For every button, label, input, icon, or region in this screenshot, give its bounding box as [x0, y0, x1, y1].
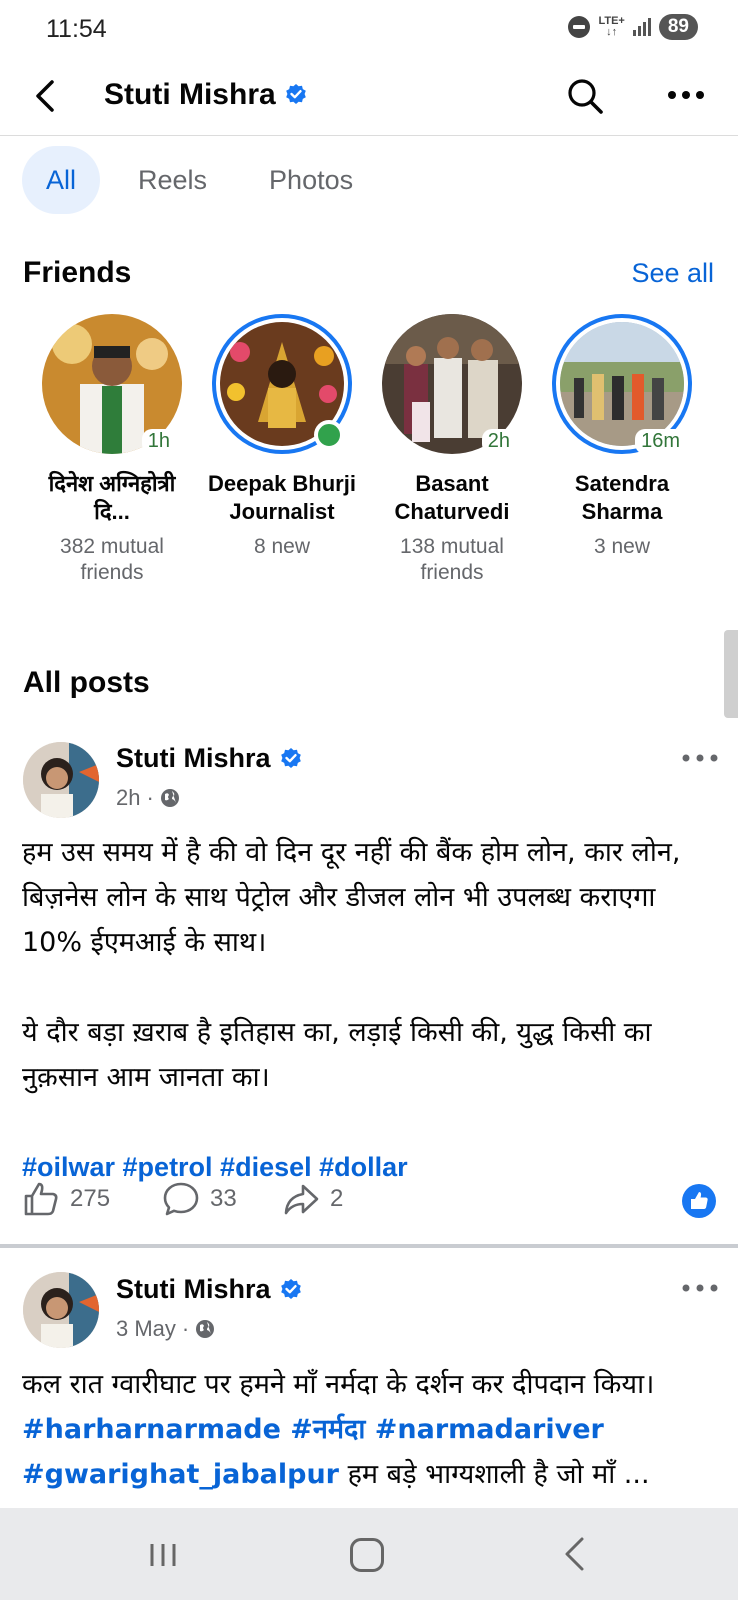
friend-name: Satendra Sharma [574, 471, 670, 524]
post-text-start: कल रात ग्वारीघाट पर हमने माँ नर्मदा के द… [22, 1369, 655, 1400]
friend-subtitle: 3 new [593, 535, 651, 558]
battery-indicator: 89 [658, 14, 698, 40]
like-reaction-icon[interactable] [682, 1184, 716, 1218]
system-navigation-bar [0, 1508, 738, 1600]
friend-card[interactable]: 2h Basant Chaturvedi 138 mutual friends [368, 314, 536, 586]
signal-icon [632, 18, 651, 36]
share-count: 2 [330, 1185, 344, 1212]
post-paragraph: ये दौर बड़ा ख़राब है इतिहास का, लड़ाई कि… [22, 1017, 652, 1093]
online-status-dot [314, 420, 344, 450]
tab-all[interactable]: All [22, 146, 101, 214]
friend-name: Basant Chaturvedi [394, 471, 510, 524]
do-not-disturb-icon [568, 16, 591, 38]
friend-card[interactable]: Deepak Bhurji Journalist 8 new [198, 314, 366, 560]
recent-apps-icon[interactable] [148, 1542, 178, 1568]
comment-icon [163, 1182, 199, 1216]
verified-badge-icon [280, 1278, 301, 1299]
comment-count: 33 [210, 1185, 237, 1212]
post-more-icon[interactable] [680, 748, 720, 768]
globe-icon [160, 789, 179, 807]
tab-photos[interactable]: Photos [245, 146, 377, 214]
friend-name: Deepak Bhurji Journalist [208, 471, 356, 524]
verified-badge-icon [285, 84, 306, 104]
like-count: 275 [70, 1185, 111, 1212]
home-button-icon[interactable] [350, 1538, 384, 1572]
friend-subtitle: 382 mutual friends [60, 535, 164, 584]
network-type-icon: LTE+ ↓↑ [598, 15, 625, 38]
post-meta: 3 May · [116, 1316, 215, 1342]
tab-reels[interactable]: Reels [114, 146, 231, 214]
post-time[interactable]: 2h [116, 785, 140, 811]
friend-subtitle: 8 new [253, 535, 311, 558]
post-body: कल रात ग्वारीघाट पर हमने माँ नर्मदा के द… [22, 1362, 712, 1497]
post-author-avatar[interactable] [23, 742, 99, 818]
see-all-friends-link[interactable]: See all [631, 258, 714, 289]
post-meta: 2h · [116, 785, 180, 811]
verified-badge-icon [280, 747, 301, 768]
page-title: Stuti Mishra [104, 78, 308, 112]
back-icon[interactable] [30, 78, 66, 114]
share-button[interactable]: 2 [282, 1180, 343, 1218]
post-actions: 275 33 2 [22, 1180, 716, 1224]
friends-section-title: Friends [23, 256, 132, 289]
scrollbar[interactable] [724, 630, 738, 718]
post-author-name[interactable]: Stuti Mishra [116, 1274, 303, 1305]
post-more-icon[interactable] [680, 1278, 720, 1298]
profile-tabs: All Reels Photos [22, 146, 391, 214]
friend-subtitle: 138 mutual friends [400, 535, 504, 584]
search-icon[interactable] [565, 76, 605, 116]
all-posts-title: All posts [23, 666, 150, 699]
status-icons: LTE+ ↓↑ 89 [568, 14, 698, 40]
post-author-avatar[interactable] [23, 1272, 99, 1348]
post-text-end: हम बड़े भाग्यशाली है जो माँ ... [339, 1459, 650, 1490]
story-time-badge: 16m [635, 429, 686, 454]
story-time-badge: 1h [141, 429, 176, 454]
post-time[interactable]: 3 May [116, 1316, 176, 1342]
post-body: हम उस समय में है की वो दिन दूर नहीं की ब… [22, 830, 712, 1190]
like-icon [24, 1182, 58, 1216]
status-bar: 11:54 LTE+ ↓↑ 89 [0, 0, 738, 58]
post-author-name[interactable]: Stuti Mishra [116, 743, 303, 774]
share-icon [284, 1184, 319, 1215]
like-button[interactable]: 275 [22, 1180, 110, 1218]
profile-name: Stuti Mishra [104, 78, 276, 111]
system-back-icon[interactable] [562, 1536, 586, 1572]
friend-card[interactable]: 1h दिनेश अग्निहोत्री दि... 382 mutual fr… [28, 314, 196, 586]
status-time: 11:54 [46, 15, 107, 43]
post-paragraph: हम उस समय में है की वो दिन दूर नहीं की ब… [22, 837, 681, 958]
comment-button[interactable]: 33 [162, 1180, 237, 1218]
friend-name: दिनेश अग्निहोत्री दि... [48, 471, 176, 524]
more-options-icon[interactable] [664, 80, 708, 110]
post-divider [0, 1244, 738, 1248]
app-header: Stuti Mishra [0, 58, 738, 136]
story-time-badge: 2h [481, 429, 516, 454]
globe-icon [196, 1320, 215, 1338]
friend-card[interactable]: 16m Satendra Sharma 3 new [538, 314, 706, 560]
